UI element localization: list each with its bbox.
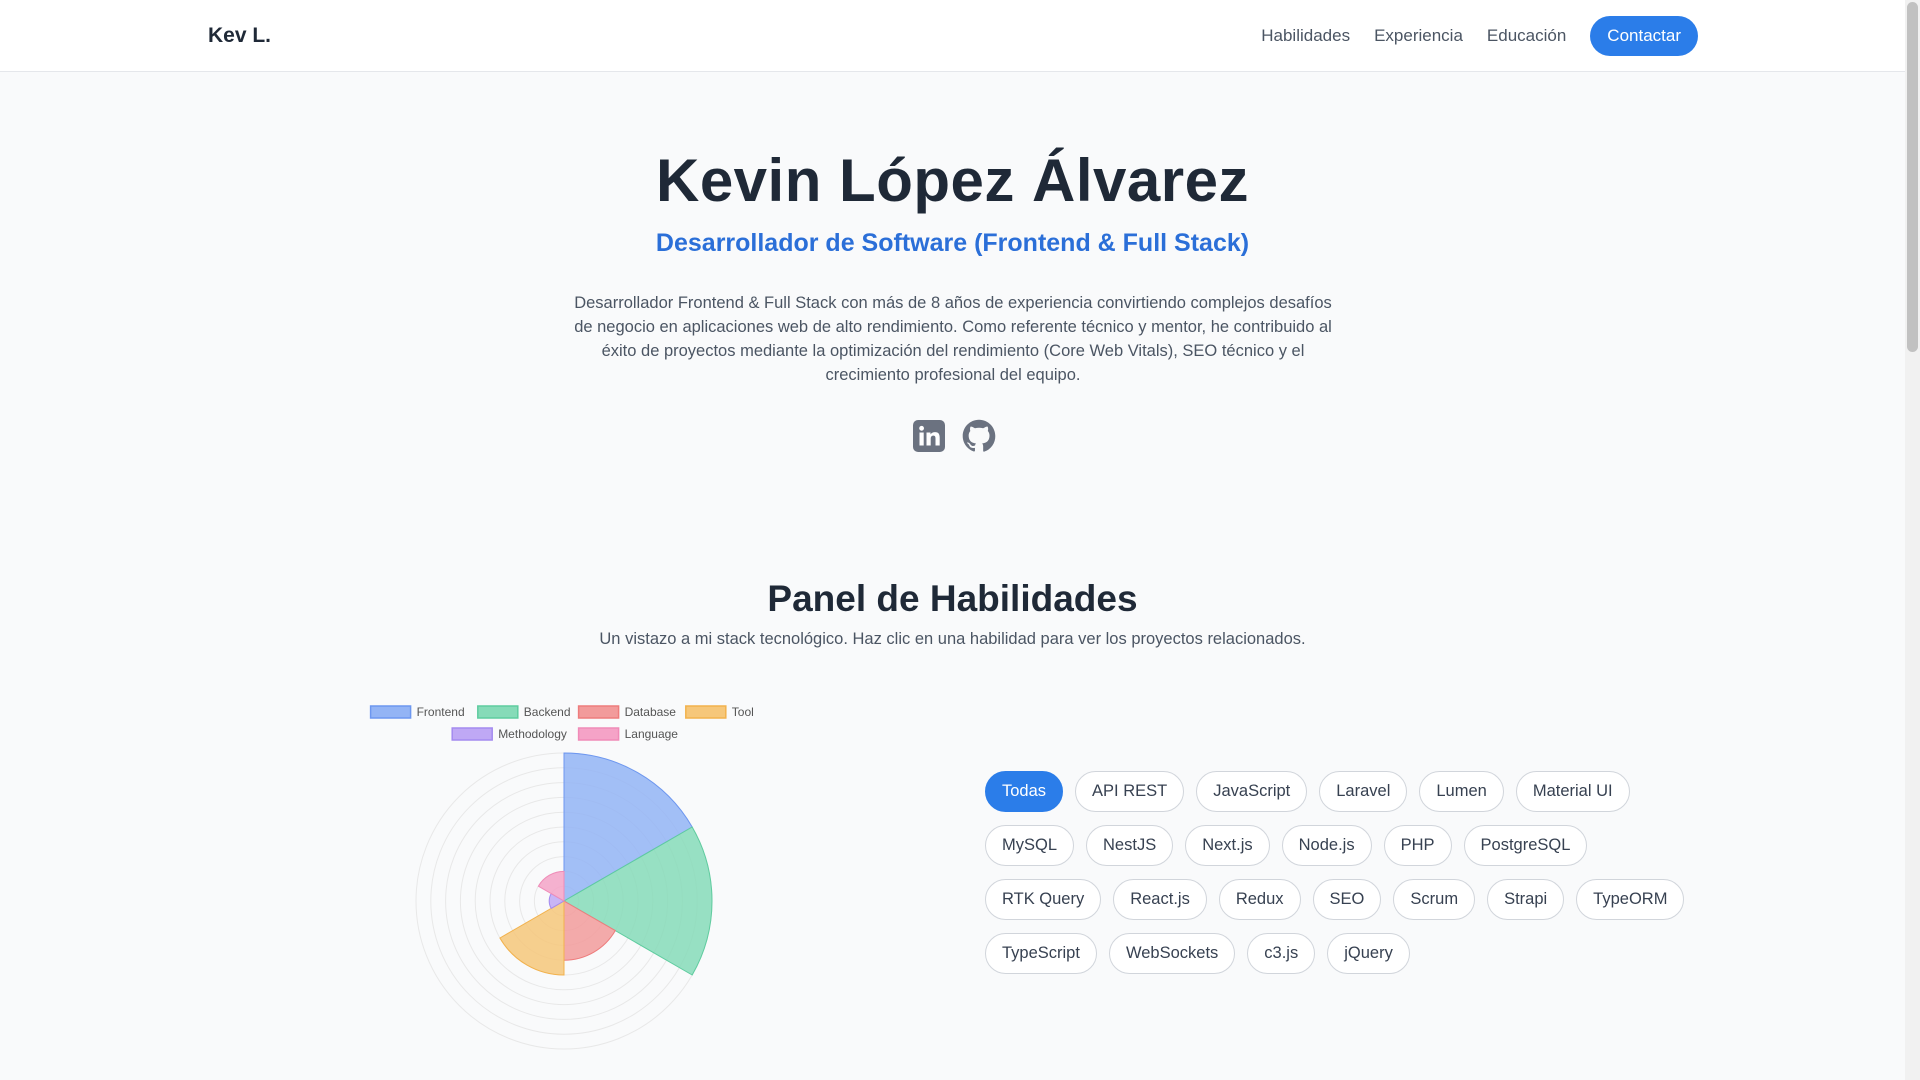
legend-label[interactable]: Tool <box>732 705 754 719</box>
skill-tag[interactable]: Lumen <box>1419 771 1504 812</box>
github-link[interactable] <box>962 419 996 453</box>
skill-filter-tags: Todas API REST JavaScript Laravel Lumen … <box>985 771 1685 974</box>
polar-segment-tool[interactable] <box>499 900 565 976</box>
social-links <box>912 419 996 453</box>
skill-tag[interactable]: jQuery <box>1327 933 1410 974</box>
skill-tag[interactable]: Node.js <box>1281 825 1372 866</box>
skill-tag[interactable]: WebSockets <box>1108 933 1236 974</box>
hero-name: Kevin López Álvarez <box>655 147 1249 214</box>
skill-tag[interactable]: Material UI <box>1515 771 1630 812</box>
legend-label[interactable]: Backend <box>524 705 571 719</box>
skill-tag[interactable]: TypeORM <box>1576 879 1685 920</box>
skill-tag[interactable]: TypeScript <box>985 933 1097 974</box>
skill-tag[interactable]: Laravel <box>1319 771 1408 812</box>
skill-tag[interactable]: RTK Query <box>985 879 1102 920</box>
legend-swatch[interactable] <box>451 727 493 741</box>
page-scrollbar[interactable] <box>1905 0 1920 1080</box>
polar-chart-svg: Frontend Backend Database Tool Methodology La… <box>369 705 754 1050</box>
skills-polar-chart: Frontend Backend Database Tool Methodology La… <box>360 696 780 1080</box>
brand-logo[interactable]: Kev L. <box>208 24 271 48</box>
skills-subtitle: Un vistazo a mi stack tecnológico. Haz c… <box>599 630 1306 648</box>
skill-tag[interactable]: c3.js <box>1247 933 1316 974</box>
nav-link-habilidades[interactable]: Habilidades <box>1261 16 1350 56</box>
skill-tag[interactable]: MySQL <box>985 825 1075 866</box>
skill-tag[interactable]: Redux <box>1218 879 1301 920</box>
hero-role: Desarrollador de Software (Frontend & Fu… <box>655 229 1250 257</box>
nav-link-experiencia[interactable]: Experiencia <box>1374 16 1463 56</box>
skill-tag[interactable]: Next.js <box>1185 825 1270 866</box>
legend-swatch[interactable] <box>577 705 620 719</box>
legend-label[interactable]: Database <box>625 705 677 719</box>
github-icon <box>962 419 996 452</box>
contact-button[interactable]: Contactar <box>1590 16 1698 56</box>
skill-tag[interactable]: Todas <box>985 771 1064 812</box>
linkedin-link[interactable] <box>912 419 946 453</box>
skill-tag[interactable]: React.js <box>1113 879 1207 920</box>
nav-link-educacion[interactable]: Educación <box>1487 16 1566 56</box>
skill-tag[interactable]: Strapi <box>1487 879 1565 920</box>
skill-tag[interactable]: JavaScript <box>1196 771 1308 812</box>
legend-label[interactable]: Methodology <box>498 727 567 741</box>
skill-tag[interactable]: API REST <box>1075 771 1185 812</box>
legend-swatch[interactable] <box>477 705 519 719</box>
main-nav: Habilidades Experiencia Educación Contac… <box>1261 16 1698 56</box>
skill-tag[interactable]: PHP <box>1383 825 1452 866</box>
skills-title: Panel de Habilidades <box>767 578 1138 619</box>
legend-label[interactable]: Language <box>625 727 679 741</box>
scrollbar-thumb[interactable] <box>1907 2 1918 352</box>
legend-swatch[interactable] <box>685 705 727 719</box>
legend-label[interactable]: Frontend <box>417 705 465 719</box>
skill-tag[interactable]: Scrum <box>1393 879 1476 920</box>
legend-swatch[interactable] <box>577 727 620 741</box>
skill-tag[interactable]: SEO <box>1312 879 1382 920</box>
skill-tag[interactable]: NestJS <box>1086 825 1174 866</box>
hero-description: Desarrollador Frontend & Full Stack con … <box>574 294 1332 384</box>
page: Kev L. Habilidades Experiencia Educación… <box>0 0 1905 1080</box>
linkedin-icon <box>913 420 945 452</box>
legend-swatch[interactable] <box>369 705 412 719</box>
skill-tag[interactable]: PostgreSQL <box>1463 825 1588 866</box>
site-header: Kev L. Habilidades Experiencia Educación… <box>0 0 1905 72</box>
